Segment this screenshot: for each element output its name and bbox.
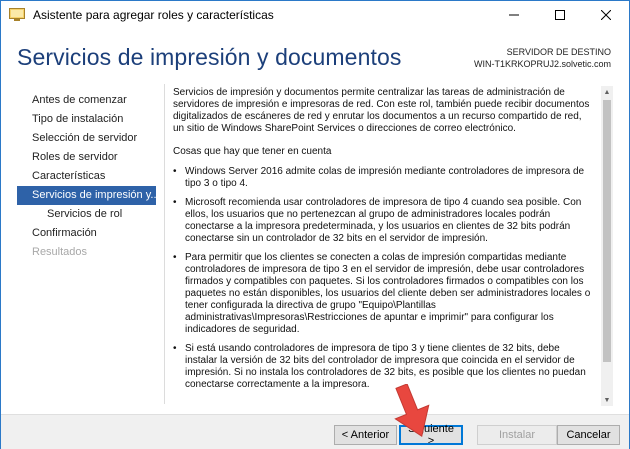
considerations-list: • Windows Server 2016 admite colas de imp… — [173, 166, 593, 391]
maximize-button[interactable] — [537, 1, 583, 30]
sidebar-item-servicios-de-impresion[interactable]: Servicios de impresión y... — [17, 186, 156, 205]
bullet-text: Windows Server 2016 admite colas de impr… — [185, 166, 585, 189]
sidebar-item-confirmacion[interactable]: Confirmación — [17, 224, 156, 243]
scroll-up-icon[interactable]: ▲ — [601, 86, 613, 98]
sidebar-item-antes-de-comenzar[interactable]: Antes de comenzar — [17, 91, 156, 110]
title-bar[interactable]: Asistente para agregar roles y caracterí… — [1, 1, 629, 30]
close-button[interactable] — [583, 1, 629, 30]
things-heading: Cosas que hay que tener en cuenta — [173, 146, 332, 157]
scroll-down-icon[interactable]: ▼ — [601, 394, 613, 406]
sidebar-item-seleccion-de-servidor[interactable]: Selección de servidor — [17, 129, 156, 148]
close-icon — [600, 7, 612, 25]
minimize-icon — [509, 7, 519, 25]
next-button[interactable]: Siguiente > — [399, 423, 463, 447]
list-item: • Si está usando controladores de impreso… — [173, 343, 593, 391]
sidebar-item-servicios-de-rol[interactable]: Servicios de rol — [17, 205, 156, 224]
intro-paragraph: Servicios de impresión y documentos perm… — [173, 87, 590, 134]
sidebar-item-resultados: Resultados — [32, 246, 88, 258]
button-bar: < Anterior Siguiente > Instalar Cancelar — [1, 414, 629, 449]
destination-label: SERVIDOR DE DESTINO — [506, 47, 611, 57]
list-item: • Microsoft recomienda usar controladores… — [173, 197, 593, 245]
bullet-text: Si está usando controladores de impresor… — [185, 343, 586, 390]
sidebar-item-tipo-de-instalacion[interactable]: Tipo de instalación — [17, 110, 156, 129]
maximize-icon — [555, 7, 565, 25]
list-item: • Windows Server 2016 admite colas de imp… — [173, 166, 593, 190]
wizard-window: Asistente para agregar roles y caracterí… — [0, 0, 630, 449]
sidebar-item-roles-de-servidor[interactable]: Roles de servidor — [17, 148, 156, 167]
vertical-scrollbar[interactable]: ▲ ▼ — [601, 86, 613, 406]
destination-server-name: WIN-T1KRKOPRUJ2.solvetic.com — [473, 59, 611, 69]
content-panel[interactable]: Servicios de impresión y documentos perm… — [164, 84, 607, 404]
cancel-button[interactable]: Cancelar — [557, 425, 620, 445]
previous-button[interactable]: < Anterior — [334, 425, 397, 445]
list-item: • Para permitir que los clientes se conec… — [173, 252, 593, 336]
destination-server-block: SERVIDOR DE DESTINO WIN-T1KRKOPRUJ2.solv… — [474, 46, 611, 70]
server-manager-icon — [9, 8, 25, 22]
page-title: Servicios de impresión y documentos — [17, 44, 402, 70]
bullet-icon: • — [173, 343, 177, 354]
window-title: Asistente para agregar roles y caracterí… — [33, 8, 274, 22]
bullet-icon: • — [173, 252, 177, 263]
install-button: Instalar — [477, 425, 557, 445]
bullet-text: Para permitir que los clientes se conect… — [185, 252, 591, 335]
scrollbar-thumb[interactable] — [603, 100, 611, 362]
wizard-steps-sidebar: Antes de comenzar Tipo de instalación Se… — [17, 91, 156, 262]
bullet-icon: • — [173, 166, 177, 177]
bullet-text: Microsoft recomienda usar controladores … — [185, 197, 582, 244]
minimize-button[interactable] — [491, 1, 537, 30]
bullet-icon: • — [173, 197, 177, 208]
sidebar-item-caracteristicas[interactable]: Características — [17, 167, 156, 186]
content-text: Servicios de impresión y documentos perm… — [173, 87, 593, 398]
